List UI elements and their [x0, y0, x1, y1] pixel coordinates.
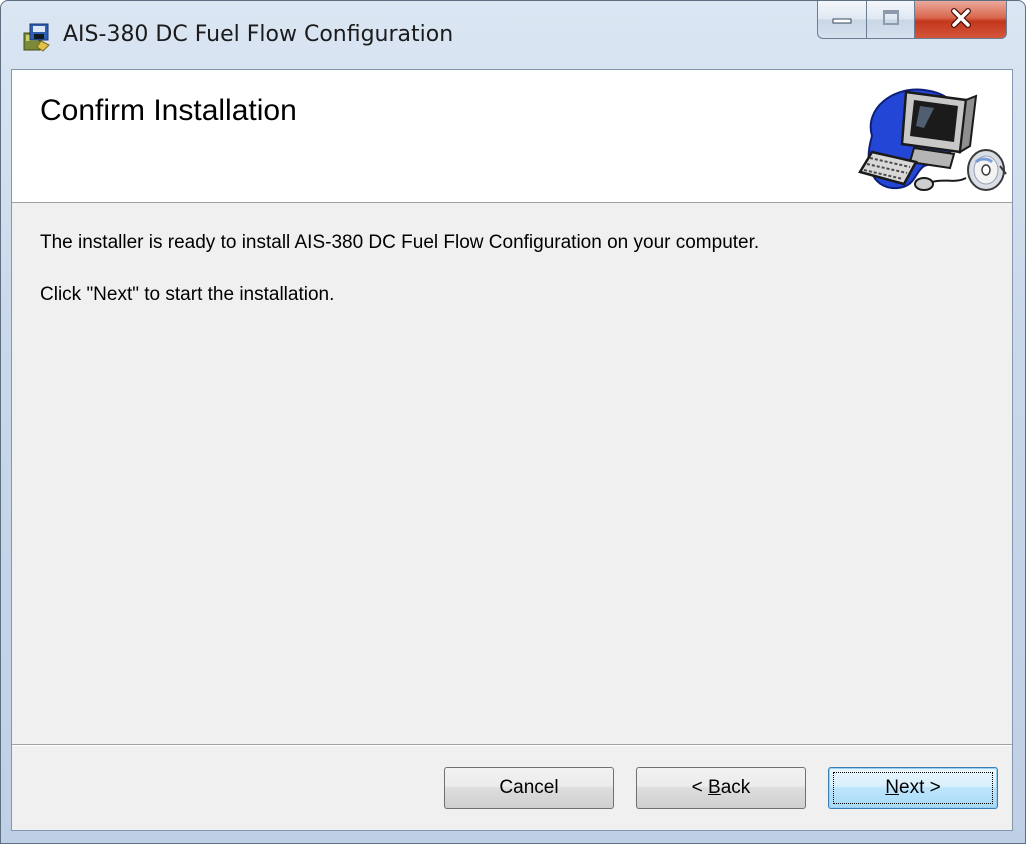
computer-with-disc-icon — [854, 78, 1008, 196]
minimize-icon — [831, 10, 853, 29]
installer-window: AIS-380 DC Fuel Flow Configuration Confi… — [0, 0, 1026, 844]
next-mnemonic: N — [885, 777, 899, 798]
next-button-label: Next > — [885, 777, 940, 799]
cancel-button[interactable]: Cancel — [444, 767, 614, 809]
dialog-client-area: Confirm Installation The installer is re… — [11, 69, 1013, 831]
close-button[interactable] — [915, 1, 1007, 39]
ready-message: The installer is ready to install AIS-38… — [40, 232, 760, 253]
close-icon — [949, 7, 973, 33]
back-button[interactable]: < Back — [636, 767, 806, 809]
window-title: AIS-380 DC Fuel Flow Configuration — [63, 22, 454, 47]
header-banner: Confirm Installation — [12, 70, 1012, 203]
maximize-icon — [881, 9, 901, 31]
back-mnemonic: B — [708, 777, 721, 798]
minimize-button[interactable] — [817, 1, 867, 39]
installer-package-icon[interactable] — [21, 21, 53, 53]
footer-separator — [12, 744, 1012, 746]
back-prefix: < — [691, 777, 709, 798]
back-button-label: < Back — [692, 777, 751, 799]
next-instruction: Click "Next" to start the installation. — [40, 284, 335, 305]
maximize-button[interactable] — [867, 1, 915, 39]
title-bar[interactable]: AIS-380 DC Fuel Flow Configuration — [1, 1, 1025, 69]
page-title: Confirm Installation — [40, 94, 297, 127]
cancel-button-label: Cancel — [499, 777, 559, 798]
caption-buttons — [817, 1, 1007, 43]
next-button[interactable]: Next > — [828, 767, 998, 809]
back-rest: ack — [720, 777, 751, 798]
next-rest: ext > — [899, 777, 941, 798]
